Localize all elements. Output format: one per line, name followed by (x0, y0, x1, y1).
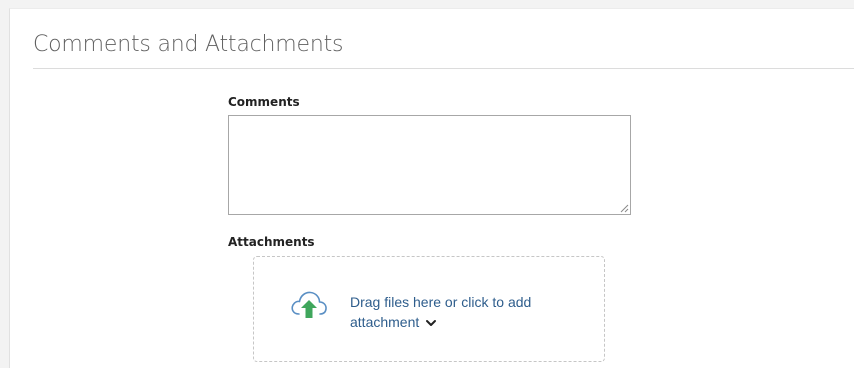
dropzone-text-line1: Drag files here or click to add (350, 294, 532, 310)
dropzone-text: Drag files here or click to add attachme… (350, 292, 570, 332)
chevron-down-icon[interactable] (425, 318, 437, 328)
cloud-upload-icon (291, 291, 327, 318)
comments-textarea[interactable] (228, 115, 631, 215)
dropzone-text-line2: attachment (350, 314, 420, 330)
resize-grip-icon[interactable] (619, 203, 629, 213)
section-title: Comments and Attachments (33, 32, 344, 57)
attachment-dropzone[interactable]: Drag files here or click to add attachme… (253, 256, 605, 362)
comments-label: Comments (228, 95, 300, 109)
comments-attachments-panel: Comments and Attachments Comments Attach… (9, 8, 854, 368)
section-divider (33, 68, 854, 69)
attachments-label: Attachments (228, 235, 315, 249)
